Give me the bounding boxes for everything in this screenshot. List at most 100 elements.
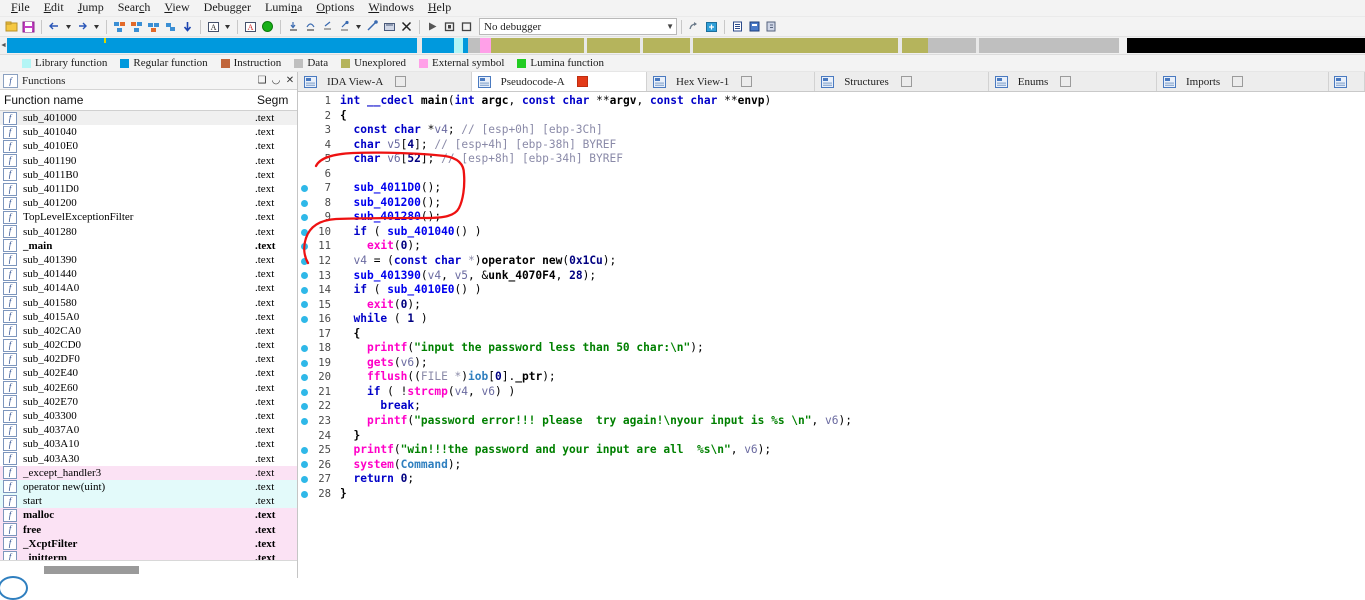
chevron-down-icon[interactable]: ▼ <box>666 22 674 31</box>
watch-icon[interactable] <box>382 19 397 34</box>
open-file-icon[interactable] <box>4 19 19 34</box>
navband-segment-gap[interactable] <box>1118 38 1127 53</box>
code-text[interactable]: printf("win!!!the password and your inpu… <box>335 443 771 458</box>
breakpoint-marker[interactable] <box>298 345 311 353</box>
navigate-forward-icon[interactable] <box>75 19 90 34</box>
function-list-item[interactable]: f sub_4011D0 .text <box>0 181 297 197</box>
navigate-back-icon[interactable] <box>47 19 62 34</box>
navband-segment-unexplored[interactable] <box>642 38 690 53</box>
function-list-item[interactable]: f sub_401580 .text <box>0 295 297 310</box>
breakpoint-marker[interactable] <box>298 490 311 498</box>
code-line[interactable]: 23 printf("password error!!! please try … <box>298 414 1365 429</box>
function-list-item[interactable]: f _XcptFilter .text <box>0 536 297 551</box>
code-line[interactable]: 15 exit(0); <box>298 298 1365 313</box>
breakpoint-marker[interactable] <box>298 243 311 251</box>
column-header-function-name[interactable]: Function name <box>0 93 257 107</box>
tab-structures[interactable]: Structures <box>815 72 989 91</box>
menu-item-file[interactable]: File <box>4 0 37 17</box>
function-list-item[interactable]: f sub_401040 .text <box>0 125 297 140</box>
function-list-item[interactable]: f sub_401280 .text <box>0 224 297 239</box>
tab-exports[interactable] <box>1328 72 1365 91</box>
code-line[interactable]: 22 break; <box>298 399 1365 414</box>
code-text[interactable]: if ( sub_4010E0() ) <box>335 283 481 298</box>
breakpoint-marker[interactable] <box>298 272 311 280</box>
code-text[interactable]: char v5[4]; // [esp+4h] [ebp-38h] BYREF <box>335 138 616 153</box>
pause-icon[interactable] <box>442 19 457 34</box>
menu-item-edit[interactable]: Edit <box>37 0 71 17</box>
proximity-browser-icon[interactable] <box>146 19 161 34</box>
function-list-item[interactable]: f operator new(uint) .text <box>0 479 297 495</box>
navband-segment-undefined[interactable] <box>1126 38 1365 53</box>
function-list-item[interactable]: f sub_4037A0 .text <box>0 423 297 438</box>
tab-pseudocode-a[interactable]: Pseudocode-A <box>471 72 647 91</box>
function-list-item[interactable]: f sub_4011B0 .text <box>0 167 297 182</box>
code-line[interactable]: 1 int __cdecl main(int argc, const char *… <box>298 94 1365 109</box>
breakpoint-dropdown-icon[interactable] <box>354 19 363 34</box>
imports-icon[interactable] <box>764 19 779 34</box>
breakpoint-marker[interactable] <box>298 286 311 294</box>
code-text[interactable]: } <box>335 429 360 444</box>
function-list-item[interactable]: f sub_403300 .text <box>0 408 297 424</box>
breakpoint-marker[interactable] <box>298 257 311 265</box>
code-line[interactable]: 8 sub_401200(); <box>298 196 1365 211</box>
tab-close-icon[interactable] <box>741 76 753 87</box>
code-line[interactable]: 5 char v6[52]; // [esp+8h] [ebp-34h] BYR… <box>298 152 1365 167</box>
code-text[interactable]: sub_401280(); <box>335 210 441 225</box>
code-line[interactable]: 2{ <box>298 109 1365 124</box>
code-line[interactable]: 24 } <box>298 429 1365 444</box>
code-text[interactable]: system(Command); <box>335 458 461 473</box>
menu-item-search[interactable]: Search <box>111 0 158 17</box>
navband-scroll-left[interactable]: ◄ <box>0 37 7 54</box>
menu-item-help[interactable]: Help <box>421 0 458 17</box>
navband-segment-unexplored[interactable] <box>490 38 584 53</box>
analysis-icon[interactable]: A <box>243 19 258 34</box>
menu-item-windows[interactable]: Windows <box>361 0 421 17</box>
tab-close-icon[interactable] <box>576 76 588 87</box>
tab-hex-view-1[interactable]: Hex View-1 <box>647 72 816 91</box>
tab-ida-view-a[interactable]: IDA View-A <box>298 72 472 91</box>
function-list-item[interactable]: f malloc .text <box>0 508 297 523</box>
menu-item-lumina[interactable]: Lumina <box>258 0 309 17</box>
code-text[interactable]: sub_4011D0(); <box>335 181 441 196</box>
code-text[interactable]: if ( sub_401040() ) <box>335 225 481 240</box>
breakpoint-marker[interactable] <box>298 388 311 396</box>
breakpoint-marker[interactable] <box>298 475 311 483</box>
code-line[interactable]: 19 gets(v6); <box>298 356 1365 371</box>
code-text[interactable]: exit(0); <box>335 239 421 254</box>
code-line[interactable]: 20 fflush((FILE *)iob[0]._ptr); <box>298 370 1365 385</box>
trace-icon[interactable] <box>365 19 380 34</box>
code-text[interactable]: exit(0); <box>335 298 421 313</box>
code-line[interactable]: 13 sub_401390(v4, v5, &unk_4070F4, 28); <box>298 269 1365 284</box>
functions-list[interactable]: f sub_401000 .text f sub_401040 .text f sub_401… <box>0 111 297 560</box>
function-list-item[interactable]: f sub_402E70 .text <box>0 394 297 409</box>
code-line[interactable]: 21 if ( !strcmp(v4, v6) ) <box>298 385 1365 400</box>
navband-segment-unexplored[interactable] <box>586 38 640 53</box>
jump-down-icon[interactable] <box>180 19 195 34</box>
navband-segment-regular-function[interactable] <box>6 38 417 53</box>
lumina-pull-icon[interactable] <box>704 19 719 34</box>
code-line[interactable]: 10 if ( sub_401040() ) <box>298 225 1365 240</box>
code-text[interactable]: int __cdecl main(int argc, const char **… <box>335 94 771 109</box>
close-button[interactable]: ✕ <box>283 74 297 87</box>
stop-icon[interactable] <box>459 19 474 34</box>
breakpoint-marker[interactable] <box>298 214 311 222</box>
function-list-item[interactable]: f sub_402E60 .text <box>0 380 297 395</box>
navband-segment-unexplored[interactable] <box>692 38 898 53</box>
code-line[interactable]: 18 printf("input the password less than … <box>298 341 1365 356</box>
enums-icon[interactable] <box>747 19 762 34</box>
function-list-item[interactable]: f sub_401200 .text <box>0 196 297 211</box>
code-line[interactable]: 12 v4 = (const char *)operator new(0x1Cu… <box>298 254 1365 269</box>
code-line[interactable]: 25 printf("win!!!the password and your i… <box>298 443 1365 458</box>
code-line[interactable]: 16 while ( 1 ) <box>298 312 1365 327</box>
menu-item-view[interactable]: View <box>157 0 196 17</box>
function-list-item[interactable]: f sub_402CD0 .text <box>0 338 297 353</box>
function-list-item[interactable]: f sub_402CA0 .text <box>0 323 297 338</box>
code-text[interactable]: fflush((FILE *)iob[0]._ptr); <box>335 370 556 385</box>
code-line[interactable]: 27 return 0; <box>298 472 1365 487</box>
back-dropdown-icon[interactable] <box>64 19 73 34</box>
code-text[interactable]: char v6[52]; // [esp+8h] [ebp-34h] BYREF <box>335 152 623 167</box>
navband-segment-library-function[interactable] <box>453 38 463 53</box>
code-line[interactable]: 28} <box>298 487 1365 502</box>
tab-enums[interactable]: Enums <box>988 72 1157 91</box>
breakpoint-marker[interactable] <box>298 403 311 411</box>
